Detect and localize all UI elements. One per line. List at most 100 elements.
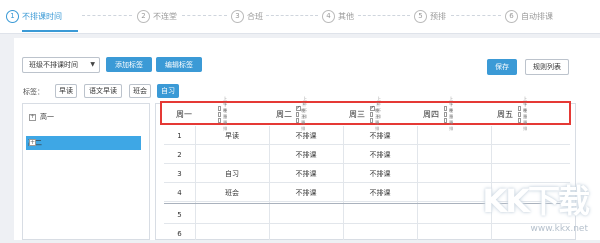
step-label: 不连堂 xyxy=(153,11,177,22)
step-4[interactable]: 4 其他 xyxy=(322,8,354,24)
day-column-thu: 周四 上午不排 下午不排 晚上不排 xyxy=(423,105,439,123)
checkbox[interactable] xyxy=(218,118,221,123)
period-number: 4 xyxy=(164,183,195,202)
step-connector xyxy=(266,15,318,16)
table-cell[interactable]: 不排课 xyxy=(343,164,417,183)
step-bar: 1 不排课时间 2 不连堂 3 合班 4 其他 5 预排 6 自动排课 xyxy=(0,0,600,34)
checkbox[interactable] xyxy=(444,112,447,117)
table-cell[interactable]: 早读 xyxy=(195,126,269,145)
step-number: 5 xyxy=(414,10,427,23)
table-cell[interactable] xyxy=(195,224,269,243)
edit-tag-button[interactable]: 编辑标签 xyxy=(156,57,202,72)
add-tag-button[interactable]: 添加标签 xyxy=(106,57,152,72)
class-item-selected[interactable]: 高二 xyxy=(26,136,141,150)
table-cell[interactable]: 不排课 xyxy=(343,126,417,145)
period-number: 3 xyxy=(164,164,195,183)
table-cell[interactable] xyxy=(343,224,417,243)
watermark-url: www.kkx.net xyxy=(482,224,588,234)
day-name: 周四 xyxy=(423,109,439,120)
expand-icon[interactable]: + xyxy=(29,114,36,121)
table-cell[interactable] xyxy=(417,183,491,202)
checkbox[interactable] xyxy=(218,106,221,111)
table-cell[interactable] xyxy=(195,205,269,224)
day-options: ✓上午不排 下午不排 晚上不排 xyxy=(296,105,307,123)
step-connector xyxy=(358,15,410,16)
step-label: 自动排课 xyxy=(521,11,553,22)
step-number: 1 xyxy=(6,10,19,23)
table-cell[interactable] xyxy=(417,224,491,243)
rule-type-select[interactable]: 班级不排课时间 ▼ xyxy=(22,57,100,73)
table-cell[interactable] xyxy=(491,126,570,145)
table-cell[interactable]: 不排课 xyxy=(343,183,417,202)
step-connector xyxy=(451,15,501,16)
day-column-fri: 周五 上午不排 下午不排 晚上不排 xyxy=(497,105,513,123)
table-cell[interactable]: 自习 xyxy=(195,164,269,183)
step-number: 2 xyxy=(137,10,150,23)
table-cell[interactable] xyxy=(417,205,491,224)
step-number: 4 xyxy=(322,10,335,23)
checkbox[interactable] xyxy=(370,118,373,123)
checkbox[interactable] xyxy=(218,112,221,117)
tags-label: 标签： xyxy=(23,87,44,97)
period-number: 5 xyxy=(164,205,195,224)
checkbox[interactable] xyxy=(518,106,521,111)
save-button[interactable]: 保存 xyxy=(487,59,517,75)
period-number: 1 xyxy=(164,126,195,145)
option-row[interactable]: 晚上不排 xyxy=(444,117,455,123)
day-name: 周五 xyxy=(497,109,513,120)
table-cell[interactable]: 不排课 xyxy=(269,183,343,202)
active-step-underline xyxy=(22,30,78,32)
checkbox[interactable] xyxy=(518,118,521,123)
class-item[interactable]: + 高一 xyxy=(29,110,54,124)
table-cell[interactable] xyxy=(269,224,343,243)
day-column-mon: 周一 上午不排 下午不排 晚上不排 xyxy=(176,105,192,123)
day-name: 周二 xyxy=(276,109,292,120)
period-number: 6 xyxy=(164,224,195,243)
step-label: 预排 xyxy=(430,11,446,22)
step-connector xyxy=(82,15,132,16)
step-label: 不排课时间 xyxy=(22,11,62,22)
step-number: 3 xyxy=(231,10,244,23)
table-row: 2 不排课 不排课 xyxy=(164,145,570,164)
checkbox[interactable] xyxy=(370,112,373,117)
step-5[interactable]: 5 预排 xyxy=(414,8,446,24)
checkbox[interactable] xyxy=(444,118,447,123)
table-cell[interactable]: 不排课 xyxy=(269,145,343,164)
checkbox[interactable] xyxy=(296,112,299,117)
option-row[interactable]: 晚上不排 xyxy=(370,117,381,123)
option-row[interactable]: 晚上不排 xyxy=(296,117,307,123)
table-cell[interactable] xyxy=(417,126,491,145)
step-6[interactable]: 6 自动排课 xyxy=(505,8,553,24)
step-3[interactable]: 3 合班 xyxy=(231,8,263,24)
watermark-logo: KK下载 xyxy=(482,176,588,222)
checkbox[interactable] xyxy=(518,112,521,117)
option-row[interactable]: 晚上不排 xyxy=(518,117,529,123)
option-row[interactable]: 晚上不排 xyxy=(218,117,229,123)
table-cell[interactable] xyxy=(343,205,417,224)
table-cell[interactable] xyxy=(491,145,570,164)
checkbox[interactable] xyxy=(444,106,447,111)
table-cell[interactable] xyxy=(269,205,343,224)
tag-item-active[interactable]: 自习 xyxy=(157,84,179,98)
expand-icon[interactable]: + xyxy=(29,139,36,146)
step-1[interactable]: 1 不排课时间 xyxy=(6,8,62,24)
table-cell[interactable]: 不排课 xyxy=(269,164,343,183)
table-cell[interactable] xyxy=(417,145,491,164)
tag-item[interactable]: 班会 xyxy=(129,84,151,98)
day-options: ✓上午不排 下午不排 晚上不排 xyxy=(370,105,381,123)
table-cell[interactable]: 班会 xyxy=(195,183,269,202)
table-cell[interactable] xyxy=(417,164,491,183)
step-2[interactable]: 2 不连堂 xyxy=(137,8,177,24)
tag-item[interactable]: 语文早读 xyxy=(84,84,122,98)
step-number: 6 xyxy=(505,10,518,23)
tag-item[interactable]: 早读 xyxy=(55,84,77,98)
period-number: 2 xyxy=(164,145,195,164)
caret-down-icon: ▼ xyxy=(90,61,95,68)
day-options: 上午不排 下午不排 晚上不排 xyxy=(444,105,455,123)
checkbox[interactable] xyxy=(296,118,299,123)
table-cell[interactable] xyxy=(195,145,269,164)
rule-type-value: 班级不排课时间 xyxy=(29,60,78,70)
table-cell[interactable]: 不排课 xyxy=(269,126,343,145)
rule-list-button[interactable]: 规则列表 xyxy=(525,59,569,75)
table-cell[interactable]: 不排课 xyxy=(343,145,417,164)
